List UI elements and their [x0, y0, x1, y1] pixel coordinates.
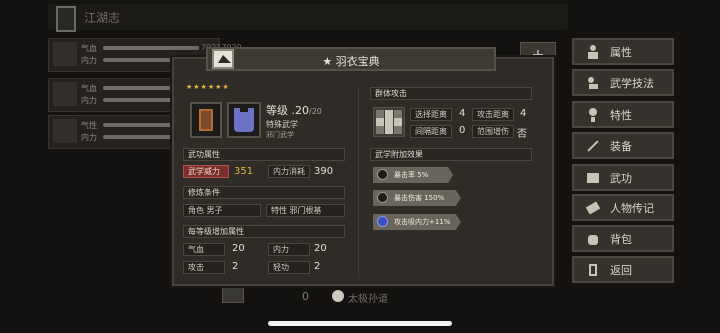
stat-label: 气性: [81, 121, 97, 130]
home-indicator[interactable]: [268, 321, 452, 326]
menu-label: 武学技法: [610, 76, 654, 90]
lightning-icon: [377, 192, 388, 203]
bonus-value: 2: [232, 261, 239, 272]
skill-subcategory: 邪门武学: [266, 131, 294, 139]
menu-label: 特性: [610, 108, 632, 122]
attr-cost-label: 内力消耗: [268, 165, 310, 178]
effect-item: 暴击率 5%: [373, 167, 453, 183]
bonus-label: 内力: [268, 243, 310, 256]
menu-item-biography[interactable]: 人物传记: [572, 194, 674, 221]
avatar: [53, 119, 77, 143]
skill-category: 特殊武学: [266, 120, 298, 129]
lightning-icon: [377, 169, 388, 180]
menu-item-attributes[interactable]: 属性: [572, 38, 674, 65]
background-title: 江湖志: [84, 11, 121, 25]
skill-level: 等级 .20/20: [266, 102, 322, 118]
trait-icon: [586, 107, 600, 122]
attr-cost-value: 390: [314, 166, 334, 177]
martial-icon: [586, 76, 600, 90]
aoe-pattern-icon: [373, 107, 405, 137]
requirement-role: 角色 男子: [183, 204, 261, 217]
bonus-label: 攻击: [183, 261, 225, 274]
aoe-label: 间隔距离: [410, 125, 452, 138]
menu-item-traits[interactable]: 特性: [572, 101, 674, 128]
level-value: 等级 .20: [266, 104, 309, 117]
bonus-label: 气血: [183, 243, 225, 256]
stat-label: 气血: [81, 84, 97, 93]
scroll-icon: [222, 287, 244, 303]
bonus-label: 轻功: [268, 261, 310, 274]
menu-item-return[interactable]: 返回: [572, 256, 674, 283]
aoe-value: 0: [459, 125, 466, 136]
aoe-value: 4: [459, 108, 466, 119]
aoe-value: 4: [520, 108, 527, 119]
close-icon: [218, 55, 231, 63]
attr-power-label: 武学威力: [183, 165, 229, 178]
menu-label: 武功: [610, 171, 632, 185]
star-rating: ★★★★★★: [186, 83, 230, 91]
stat-label: 气血: [81, 44, 97, 53]
effect-item: 暴击伤害 150%: [373, 190, 461, 206]
section-header-requirements: 修炼条件: [183, 186, 345, 199]
avatar: [53, 82, 77, 106]
aoe-value: 否: [517, 129, 527, 140]
level-max: /20: [309, 107, 322, 116]
effect-item: 攻击吸内力+11%: [373, 214, 461, 230]
menu-label: 人物传记: [610, 201, 654, 215]
dialog-title: ★ 羽衣宝典: [322, 55, 380, 68]
aoe-label: 范围增伤: [472, 125, 514, 138]
book-icon: [586, 171, 600, 185]
effect-text: 暴击伤害 150%: [394, 194, 445, 202]
bottom-skill-name: 太极孙道: [348, 294, 388, 305]
menu-item-martial-arts[interactable]: 武功: [572, 164, 674, 191]
menu-label: 装备: [610, 139, 632, 153]
return-icon: [586, 263, 600, 277]
avatar: [53, 42, 77, 66]
dialog-header: ★ 羽衣宝典: [206, 47, 496, 71]
menu-item-martial-techniques[interactable]: 武学技法: [572, 69, 674, 96]
menu-label: 属性: [610, 45, 632, 59]
book-icon: [56, 6, 76, 32]
section-header-effects: 武学附加效果: [370, 148, 532, 161]
menu-item-inventory[interactable]: 背包: [572, 225, 674, 252]
stat-label: 内力: [81, 96, 97, 105]
menu-label: 返回: [610, 263, 632, 277]
section-header-level-bonus: 每等级增加属性: [183, 225, 345, 238]
sword-icon: [586, 139, 600, 153]
section-header-aoe: 群体攻击: [370, 87, 532, 100]
hp-bar: [103, 46, 199, 50]
divider: [358, 88, 359, 278]
bonus-value: 20: [314, 243, 327, 254]
biography-icon: [585, 201, 601, 215]
bottom-count: 0: [302, 290, 309, 303]
background-header: [48, 4, 568, 30]
requirement-trait: 特性 邪门根基: [266, 204, 345, 217]
menu-item-equipment[interactable]: 装备: [572, 132, 674, 159]
yin-yang-icon: [332, 290, 344, 302]
attr-power-value: 351: [234, 166, 254, 177]
aoe-label: 选择距离: [410, 108, 452, 121]
orb-icon: [377, 216, 388, 227]
effect-text: 暴击率 5%: [394, 171, 429, 179]
stat-label: 内力: [81, 56, 97, 65]
section-header-attributes: 武功属性: [183, 148, 345, 161]
character-portrait: [227, 102, 261, 138]
stat-label: 内力: [81, 133, 97, 142]
effect-text: 攻击吸内力+11%: [394, 218, 451, 226]
person-icon: [586, 44, 600, 59]
bonus-value: 2: [314, 261, 321, 272]
bag-icon: [586, 232, 600, 246]
bonus-value: 20: [232, 243, 245, 254]
aoe-label: 攻击距离: [472, 108, 514, 121]
menu-label: 背包: [610, 232, 632, 246]
skill-book-icon: [190, 102, 222, 138]
close-button[interactable]: [212, 49, 234, 69]
